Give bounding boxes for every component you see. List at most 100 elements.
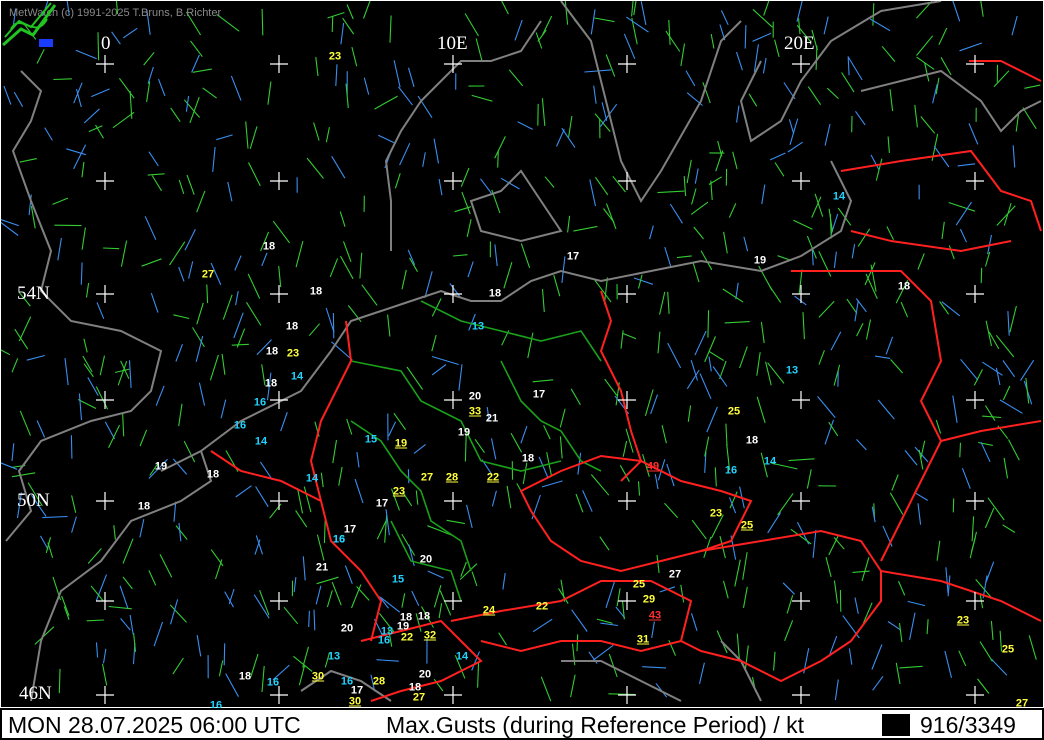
wind-barb [71,516,77,533]
wind-barb [114,368,130,374]
wind-barb [235,485,252,498]
gust-value: 16 [266,676,280,689]
wind-barb [742,586,748,608]
wind-barb [466,504,473,529]
wind-barb [218,660,224,677]
wind-barb [734,559,741,587]
wind-barb [649,225,654,240]
wind-barb [852,570,870,573]
wind-barb [96,302,105,320]
graticule-cross [792,285,810,303]
wind-barb [642,666,667,669]
wind-barb [11,358,19,373]
wind-barb [1007,311,1010,336]
wind-barb [36,48,45,64]
wind-barb [122,412,125,437]
gust-value: 16 [233,419,247,432]
wind-barb [631,1,634,17]
wind-barb [88,125,103,133]
wind-barb [762,57,767,74]
wind-barb [667,342,682,369]
map-canvas[interactable]: MetWatch (c) 1991-2025 T.Bruns, B.Richte… [0,0,1044,711]
wind-barb [175,344,184,362]
wind-barb [407,249,416,266]
wind-barb [664,502,679,519]
wind-barb [704,336,717,363]
gust-value: 16 [253,396,267,409]
wind-barb [42,515,68,519]
wind-barb [945,567,949,594]
wind-barb [83,338,88,353]
wind-barb [763,1,770,16]
wind-barb [3,85,12,105]
wind-barb [856,322,864,337]
wind-barb [897,580,906,596]
wind-barb [494,244,498,267]
wind-barb [220,399,227,419]
border-germany-poland [599,290,643,482]
wind-barb [985,320,993,347]
wind-barb [466,219,472,238]
wind-barb [44,127,53,141]
wind-barb [814,193,824,217]
wind-barb [303,486,312,513]
wind-barb [543,425,551,440]
wind-barb [825,556,832,578]
wind-barb [141,258,162,267]
gust-value: 18 [745,434,759,447]
coastline-adriatic [561,640,762,702]
wind-barb [246,302,262,326]
wind-barb [184,228,196,251]
wind-barb [57,237,62,261]
wind-barb [108,424,120,448]
wind-barb [640,1,647,26]
wind-barb [118,77,135,99]
wind-barb [151,175,162,192]
wind-barb [280,412,288,432]
wind-barb [351,46,358,67]
wind-barb [228,588,235,605]
wind-barb [361,284,378,306]
wind-barb [101,663,108,686]
wind-barb [477,661,480,688]
graticule-cross [96,492,114,510]
wind-barb [823,16,829,35]
wind-barb [959,42,983,52]
wind-barb [736,105,740,123]
wind-barb [316,534,325,561]
wind-barb [817,396,836,418]
wind-barb [143,51,155,66]
map-graphics [1,1,1042,704]
wind-barb [788,458,815,462]
wind-barb [1020,359,1035,381]
wind-barb [323,520,326,544]
wind-barb [399,142,411,166]
wind-barb [818,350,825,365]
wind-barb [752,32,772,42]
wind-barb [995,334,1015,358]
lon-label-10e: 10E [437,33,468,54]
wind-barb [295,240,304,268]
wind-barb [502,572,506,590]
wind-barb [752,8,773,28]
wind-barb [802,312,805,340]
wind-barb [654,474,659,490]
wind-barb [708,350,724,361]
wind-barb [553,275,561,297]
wind-barb [600,622,618,627]
wind-barb [342,17,355,35]
wind-barb [128,360,132,388]
wind-barb [833,580,839,604]
gust-value: 18 [488,287,502,300]
wind-barb [191,54,200,73]
wind-barb [58,668,61,694]
wind-barb [532,379,554,383]
gust-value: 22 [486,471,500,484]
wind-barb [796,1,803,22]
wind-barb [401,593,406,608]
gust-value: 15 [391,573,405,586]
page: MetWatch (c) 1991-2025 T.Bruns, B.Richte… [0,0,1044,740]
wind-barb [223,643,226,666]
gust-value: 18 [521,452,535,465]
wind-barb [855,110,866,126]
